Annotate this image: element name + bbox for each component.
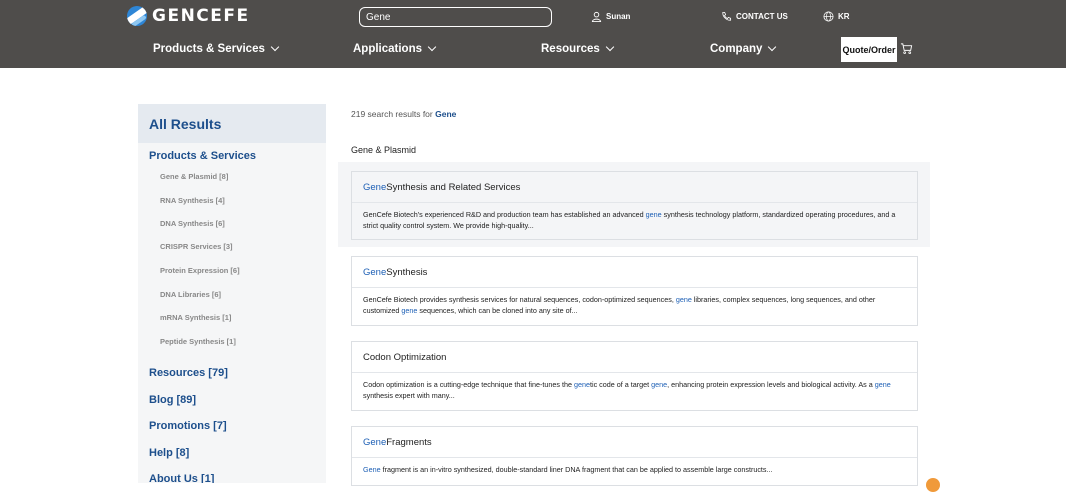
nav-company[interactable]: Company [710, 40, 777, 58]
result-title-text: Synthesis [386, 266, 428, 278]
nav-products-label: Products & Services [153, 43, 265, 55]
snippet-text: fragment is an in-vitro synthesized, dou… [380, 465, 773, 474]
snippet-highlight: gene [874, 380, 891, 389]
snippet-highlight: gene [401, 306, 418, 315]
nav-company-label: Company [710, 43, 763, 55]
sidebar-item-protein-expression[interactable]: Protein Expression [6] [160, 266, 240, 275]
snippet-highlight: gene [675, 295, 692, 304]
result-card[interactable]: Gene Synthesis GenCefe Biotech provides … [351, 256, 918, 326]
result-title-highlight: Gene [363, 181, 387, 193]
chevron-down-icon [605, 42, 615, 52]
chevron-down-icon [270, 42, 280, 52]
cart-icon[interactable] [900, 42, 913, 55]
results-count-prefix: 219 search results for [351, 109, 436, 119]
result-title-text: Synthesis and Related Services [386, 181, 521, 193]
sidebar-item-crispr-services[interactable]: CRISPR Services [3] [160, 242, 233, 251]
logo[interactable]: GENCEFE [127, 5, 250, 27]
contact-label: CONTACT US [736, 11, 788, 21]
result-title[interactable]: Gene Synthesis [352, 257, 917, 288]
sidebar-category-promotions[interactable]: Promotions [7] [149, 420, 227, 432]
logo-icon [127, 6, 147, 26]
nav-resources[interactable]: Resources [541, 40, 615, 58]
result-snippet: GenCefe Biotech provides synthesis servi… [352, 288, 917, 316]
chat-bubble-button[interactable] [926, 478, 940, 492]
result-snippet: Gene fragment is an in-vitro synthesized… [352, 458, 917, 475]
contact-us-link[interactable]: CONTACT US [721, 8, 788, 24]
globe-icon [823, 11, 834, 21]
result-snippet: GenCefe Biotech's experienced R&D and pr… [352, 203, 917, 231]
chevron-down-icon [768, 42, 777, 52]
result-title-highlight: Gene [363, 436, 387, 448]
sidebar-category-blog[interactable]: Blog [89] [149, 394, 196, 406]
result-card[interactable]: Gene Fragments Gene fragment is an in-vi… [351, 426, 918, 486]
snippet-highlight: gene [573, 380, 590, 389]
results-search-term: Gene [435, 109, 457, 119]
snippet-text: synthesis expert with many... [363, 391, 455, 400]
results-count: 219 search results for Gene [351, 109, 456, 119]
sidebar-item-dna-synthesis[interactable]: DNA Synthesis [6] [160, 219, 225, 228]
results-group-title: Gene & Plasmid [351, 145, 417, 155]
nav-applications[interactable]: Applications [353, 40, 437, 58]
sidebar-category-about-us[interactable]: About Us [1] [149, 473, 214, 483]
language-selector[interactable]: KR [823, 8, 850, 24]
sidebar-item-mrna-synthesis[interactable]: mRNA Synthesis [1] [160, 313, 231, 322]
result-title-highlight: Gene [363, 266, 387, 278]
nav-applications-label: Applications [353, 43, 423, 55]
nav-resources-label: Resources [541, 43, 600, 55]
results-filter-sidebar: All Results Products & Services Gene & P… [138, 104, 326, 483]
result-title-text: Fragments [386, 436, 432, 448]
sidebar-item-gene-plasmid[interactable]: Gene & Plasmid [8] [160, 172, 228, 181]
sidebar-category-help[interactable]: Help [8] [149, 447, 189, 459]
result-card[interactable]: Gene Synthesis and Related Services GenC… [351, 171, 918, 240]
snippet-text: GenCefe Biotech's experienced R&D and pr… [363, 210, 646, 219]
phone-icon [722, 11, 732, 21]
result-title-text: Codon Optimization [363, 351, 447, 363]
nav-products-services[interactable]: Products & Services [153, 40, 280, 58]
search-input[interactable] [359, 7, 552, 27]
snippet-highlight: gene [651, 380, 668, 389]
result-title[interactable]: Gene Fragments [352, 427, 917, 458]
user-icon [591, 11, 602, 22]
quote-order-button[interactable]: Quote/Order [841, 37, 897, 62]
sidebar-item-dna-libraries[interactable]: DNA Libraries [6] [160, 290, 221, 299]
sidebar-category-products-services[interactable]: Products & Services [149, 150, 256, 162]
chevron-down-icon [427, 42, 437, 52]
result-title[interactable]: Gene Synthesis and Related Services [352, 172, 917, 203]
top-navigation-bar: GENCEFE Sunan CONTACT US KR Products & S… [0, 0, 1066, 68]
snippet-highlight: gene [645, 210, 662, 219]
snippet-text: Codon optimization is a cutting-edge tec… [363, 380, 574, 389]
sidebar-all-results[interactable]: All Results [138, 104, 326, 143]
logo-text: GENCEFE [152, 6, 250, 26]
snippet-highlight: Gene [363, 465, 381, 474]
sidebar-item-peptide-synthesis[interactable]: Peptide Synthesis [1] [160, 337, 236, 346]
result-card[interactable]: Codon Optimization Codon optimization is… [351, 341, 918, 411]
language-label: KR [838, 11, 850, 21]
result-title[interactable]: Codon Optimization [352, 342, 917, 373]
snippet-text: tic code of a target [589, 380, 652, 389]
sidebar-category-resources[interactable]: Resources [79] [149, 367, 228, 379]
user-account-link[interactable]: Sunan [591, 8, 630, 24]
snippet-text: , enhancing protein expression levels an… [667, 380, 875, 389]
user-label: Sunan [606, 11, 631, 21]
result-snippet: Codon optimization is a cutting-edge tec… [352, 373, 917, 401]
sidebar-item-rna-synthesis[interactable]: RNA Synthesis [4] [160, 196, 225, 205]
snippet-text: sequences, which can be cloned into any … [417, 306, 578, 315]
snippet-text: GenCefe Biotech provides synthesis servi… [363, 295, 676, 304]
